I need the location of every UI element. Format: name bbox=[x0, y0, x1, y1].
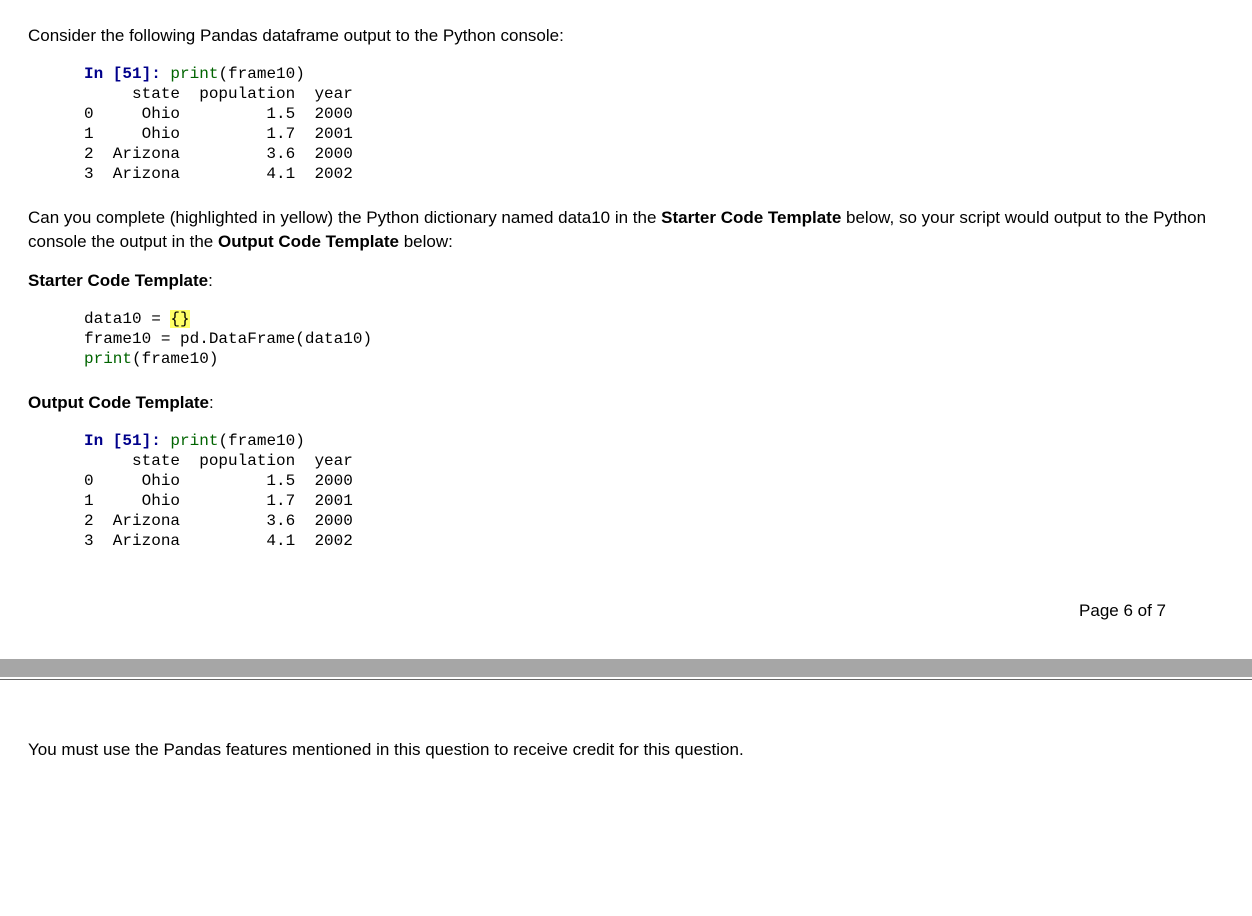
console-output-top: In [51]: print(frame10) state population… bbox=[84, 64, 1224, 184]
call-rest: (frame10) bbox=[218, 65, 304, 83]
in-close: ]: bbox=[142, 65, 171, 83]
df-row: 2 Arizona 3.6 2000 bbox=[84, 512, 353, 530]
starter-line2: frame10 = pd.DataFrame(data10) bbox=[84, 330, 372, 348]
starter-line1-pre: data10 = bbox=[84, 310, 170, 328]
question-text: Can you complete (highlighted in yellow)… bbox=[28, 206, 1224, 254]
colon: : bbox=[209, 393, 214, 412]
df-row: 3 Arizona 4.1 2002 bbox=[84, 165, 353, 183]
starter-heading-label: Starter Code Template bbox=[28, 271, 208, 290]
in-number: 51 bbox=[122, 65, 141, 83]
call-rest: (frame10) bbox=[218, 432, 304, 450]
in-label: In [ bbox=[84, 65, 122, 83]
fn-name: print bbox=[84, 350, 132, 368]
df-row: 0 Ohio 1.5 2000 bbox=[84, 472, 353, 490]
question-strong-1: Starter Code Template bbox=[661, 208, 841, 227]
fn-name: print bbox=[170, 432, 218, 450]
df-row: 2 Arizona 3.6 2000 bbox=[84, 145, 353, 163]
question-part: below: bbox=[399, 232, 453, 251]
in-close: ]: bbox=[142, 432, 171, 450]
question-part: Can you complete (highlighted in yellow)… bbox=[28, 208, 661, 227]
highlighted-braces: {} bbox=[170, 310, 189, 328]
df-header: state population year bbox=[84, 452, 353, 470]
document-page-continued: You must use the Pandas features mention… bbox=[0, 738, 1252, 802]
spacer bbox=[0, 680, 1252, 738]
df-row: 1 Ohio 1.7 2001 bbox=[84, 492, 353, 510]
in-number: 51 bbox=[122, 432, 141, 450]
footer-note: You must use the Pandas features mention… bbox=[28, 738, 1224, 762]
console-output-bottom: In [51]: print(frame10) state population… bbox=[84, 431, 1224, 551]
starter-code-block: data10 = {} frame10 = pd.DataFrame(data1… bbox=[84, 309, 1224, 369]
question-strong-2: Output Code Template bbox=[218, 232, 399, 251]
df-header: state population year bbox=[84, 85, 353, 103]
df-row: 0 Ohio 1.5 2000 bbox=[84, 105, 353, 123]
intro-text: Consider the following Pandas dataframe … bbox=[28, 24, 1224, 48]
document-page: Consider the following Pandas dataframe … bbox=[0, 0, 1252, 659]
output-heading: Output Code Template: bbox=[28, 391, 1224, 415]
df-row: 3 Arizona 4.1 2002 bbox=[84, 532, 353, 550]
divider-bar bbox=[0, 659, 1252, 677]
in-label: In [ bbox=[84, 432, 122, 450]
starter-heading: Starter Code Template: bbox=[28, 269, 1224, 293]
output-heading-label: Output Code Template bbox=[28, 393, 209, 412]
fn-name: print bbox=[170, 65, 218, 83]
df-row: 1 Ohio 1.7 2001 bbox=[84, 125, 353, 143]
page-number: Page 6 of 7 bbox=[28, 601, 1224, 621]
starter-line3-rest: (frame10) bbox=[132, 350, 218, 368]
colon: : bbox=[208, 271, 213, 290]
